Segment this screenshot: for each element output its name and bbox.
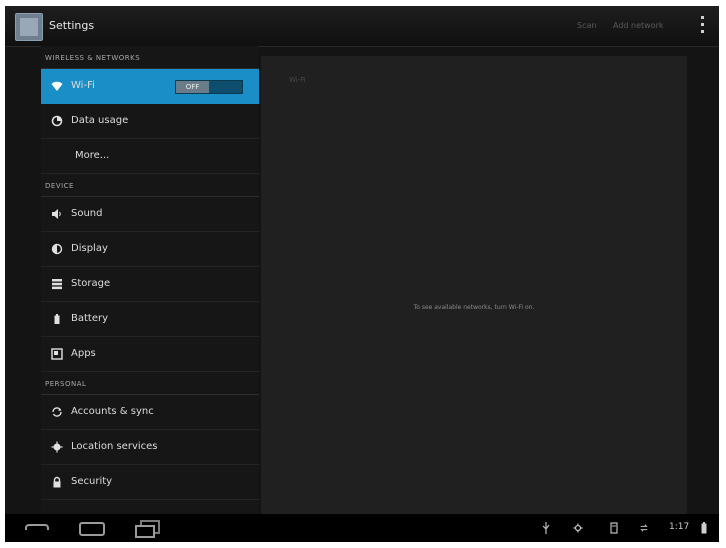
- sidebar-item-label: Security: [71, 476, 113, 487]
- sync-icon: [52, 407, 62, 417]
- recent-apps-icon[interactable]: [135, 520, 160, 538]
- sidebar-item-more[interactable]: More...: [41, 139, 259, 174]
- section-header-personal: PERSONAL: [41, 372, 259, 395]
- sd-card-icon: [610, 522, 618, 534]
- sidebar-item-sound[interactable]: Sound: [41, 197, 259, 232]
- storage-icon: [52, 279, 62, 290]
- wifi-toggle[interactable]: OFF: [175, 80, 243, 94]
- sidebar-item-label: Storage: [71, 278, 111, 289]
- speaker-icon: [52, 209, 61, 219]
- status-clock: 1:17: [669, 522, 690, 532]
- tablet-screen: Settings Scan Add network WIRELESS & NET…: [5, 6, 719, 542]
- sidebar-item-display[interactable]: Display: [41, 232, 259, 267]
- home-icon[interactable]: [77, 520, 105, 536]
- detail-header: Wi-Fi: [289, 76, 306, 84]
- location-icon: [51, 441, 63, 453]
- system-navigation-bar: 1:17: [5, 514, 719, 542]
- wifi-toggle-state: OFF: [176, 81, 209, 93]
- action-bar: Settings Scan Add network: [5, 6, 719, 47]
- battery-status-icon: [701, 522, 707, 534]
- settings-sidebar: WIRELESS & NETWORKS Wi-Fi OFF Data usage…: [41, 46, 259, 514]
- sidebar-item-label: Wi-Fi: [71, 80, 95, 91]
- battery-icon: [54, 314, 60, 324]
- sidebar-item-battery[interactable]: Battery: [41, 302, 259, 337]
- brightness-icon: [51, 243, 63, 255]
- wifi-icon: [51, 81, 63, 91]
- section-header-wireless: WIRELESS & NETWORKS: [41, 46, 259, 69]
- sidebar-item-storage[interactable]: Storage: [41, 267, 259, 302]
- settings-status-icon: [573, 523, 583, 533]
- add-network-button[interactable]: Add network: [613, 21, 664, 30]
- sidebar-item-label: Accounts & sync: [71, 406, 154, 417]
- back-icon[interactable]: [23, 520, 49, 534]
- sidebar-item-security[interactable]: Security: [41, 465, 259, 500]
- sidebar-item-label: Display: [71, 243, 108, 254]
- sidebar-item-data-usage[interactable]: Data usage: [41, 104, 259, 139]
- sidebar-item-label: Apps: [71, 348, 96, 359]
- sidebar-item-location[interactable]: Location services: [41, 430, 259, 465]
- data-usage-icon: [51, 115, 63, 127]
- sync-status-icon: [640, 524, 648, 532]
- sidebar-item-label: Data usage: [71, 115, 129, 126]
- section-header-device: DEVICE: [41, 174, 259, 197]
- sidebar-item-label: Battery: [71, 313, 109, 324]
- overflow-menu-icon[interactable]: [701, 16, 705, 36]
- sidebar-item-label: Location services: [71, 441, 158, 452]
- sidebar-item-accounts-sync[interactable]: Accounts & sync: [41, 395, 259, 430]
- page-title: Settings: [49, 19, 95, 32]
- sidebar-item-wifi[interactable]: Wi-Fi OFF: [41, 69, 259, 104]
- sidebar-item-label: More...: [75, 150, 110, 161]
- wifi-off-message: To see available networks, turn Wi-Fi on…: [413, 304, 535, 311]
- usb-icon: [542, 522, 550, 534]
- scan-button[interactable]: Scan: [577, 21, 596, 30]
- wifi-detail-pane: Wi-Fi To see available networks, turn Wi…: [261, 56, 687, 514]
- lock-icon: [53, 476, 61, 488]
- apps-icon: [51, 348, 63, 360]
- sidebar-item-apps[interactable]: Apps: [41, 337, 259, 372]
- sidebar-item-label: Sound: [71, 208, 103, 219]
- settings-app-icon[interactable]: [15, 13, 43, 41]
